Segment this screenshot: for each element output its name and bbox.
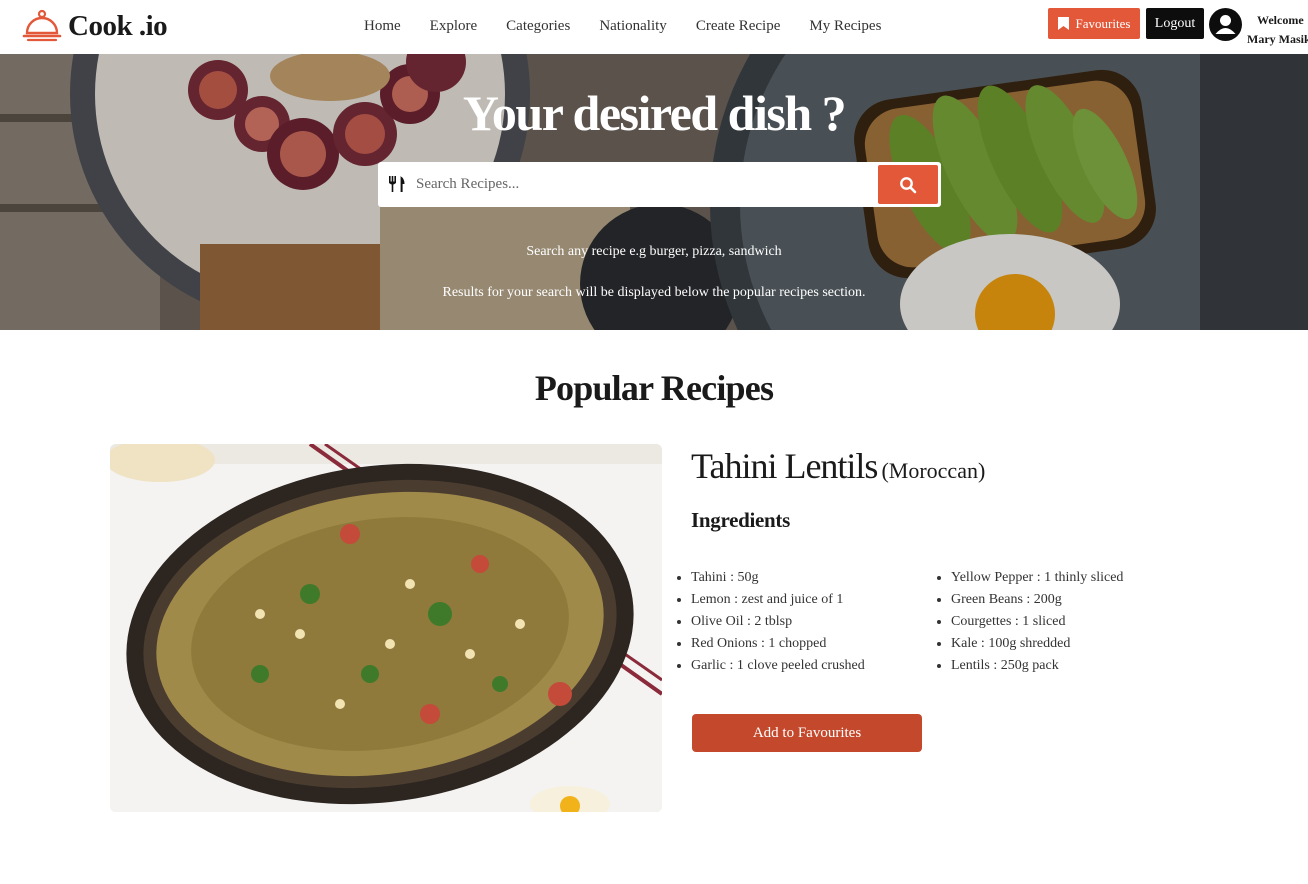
recipe-nationality: (Moroccan) <box>881 458 986 483</box>
nav-nationality[interactable]: Nationality <box>599 18 667 35</box>
ingredient-item: Lentils : 250g pack <box>951 655 1123 677</box>
recipe-image <box>110 444 662 812</box>
ingredients-list-right: Yellow Pepper : 1 thinly sliced Green Be… <box>951 567 1123 677</box>
ingredient-item: Olive Oil : 2 tblsp <box>691 611 865 633</box>
navbar: Cook .io Home Explore Categories Nationa… <box>0 0 1308 54</box>
user-name: Mary Masika <box>1247 32 1308 46</box>
recipe-title: Tahini Lentils (Moroccan) <box>691 445 985 487</box>
ingredients-list-left: Tahini : 50g Lemon : zest and juice of 1… <box>691 567 865 677</box>
brand-logo[interactable]: Cook .io <box>22 9 168 43</box>
search-hint: Search any recipe e.g burger, pizza, san… <box>526 244 782 259</box>
ingredient-item: Garlic : 1 clove peeled crushed <box>691 655 865 677</box>
ingredient-item: Tahini : 50g <box>691 567 865 589</box>
ingredient-item: Green Beans : 200g <box>951 589 1123 611</box>
results-hint: Results for your search will be displaye… <box>442 285 866 300</box>
ingredients-heading: Ingredients <box>691 508 790 532</box>
ingredient-item: Lemon : zest and juice of 1 <box>691 589 865 611</box>
favourites-button[interactable]: Favourites <box>1048 8 1140 39</box>
welcome-text: Welcome Mary Masika <box>1247 11 1308 49</box>
nav-explore[interactable]: Explore <box>430 18 477 35</box>
nav-create-recipe[interactable]: Create Recipe <box>696 18 781 35</box>
search-button[interactable] <box>878 165 938 204</box>
ingredient-item: Courgettes : 1 sliced <box>951 611 1123 633</box>
ingredient-item: Kale : 100g shredded <box>951 633 1123 655</box>
cloche-icon <box>22 9 62 42</box>
ingredient-item: Red Onions : 1 chopped <box>691 633 865 655</box>
brand-name: Cook .io <box>68 9 168 42</box>
add-to-favourites-button[interactable]: Add to Favourites <box>692 714 922 752</box>
search-input[interactable] <box>416 162 911 207</box>
nav-my-recipes[interactable]: My Recipes <box>809 18 881 35</box>
bookmark-icon <box>1057 17 1069 30</box>
ingredient-item: Yellow Pepper : 1 thinly sliced <box>951 567 1123 589</box>
search-icon <box>900 176 917 193</box>
hero-banner: Your desired dish ? Search any recipe e.… <box>0 54 1308 330</box>
popular-recipes-title: Popular Recipes <box>534 368 774 408</box>
logout-button[interactable]: Logout <box>1146 8 1204 39</box>
search-bar <box>378 162 941 207</box>
nav-categories[interactable]: Categories <box>506 18 570 35</box>
recipe-name: Tahini Lentils <box>691 446 878 486</box>
utensils-icon <box>389 176 405 192</box>
favourites-label: Favourites <box>1075 15 1131 31</box>
welcome-label: Welcome <box>1257 13 1304 27</box>
user-avatar-icon[interactable] <box>1209 8 1242 41</box>
hero-title: Your desired dish ? <box>462 85 847 141</box>
main-nav: Home Explore Categories Nationality Crea… <box>364 18 910 35</box>
nav-home[interactable]: Home <box>364 18 401 35</box>
